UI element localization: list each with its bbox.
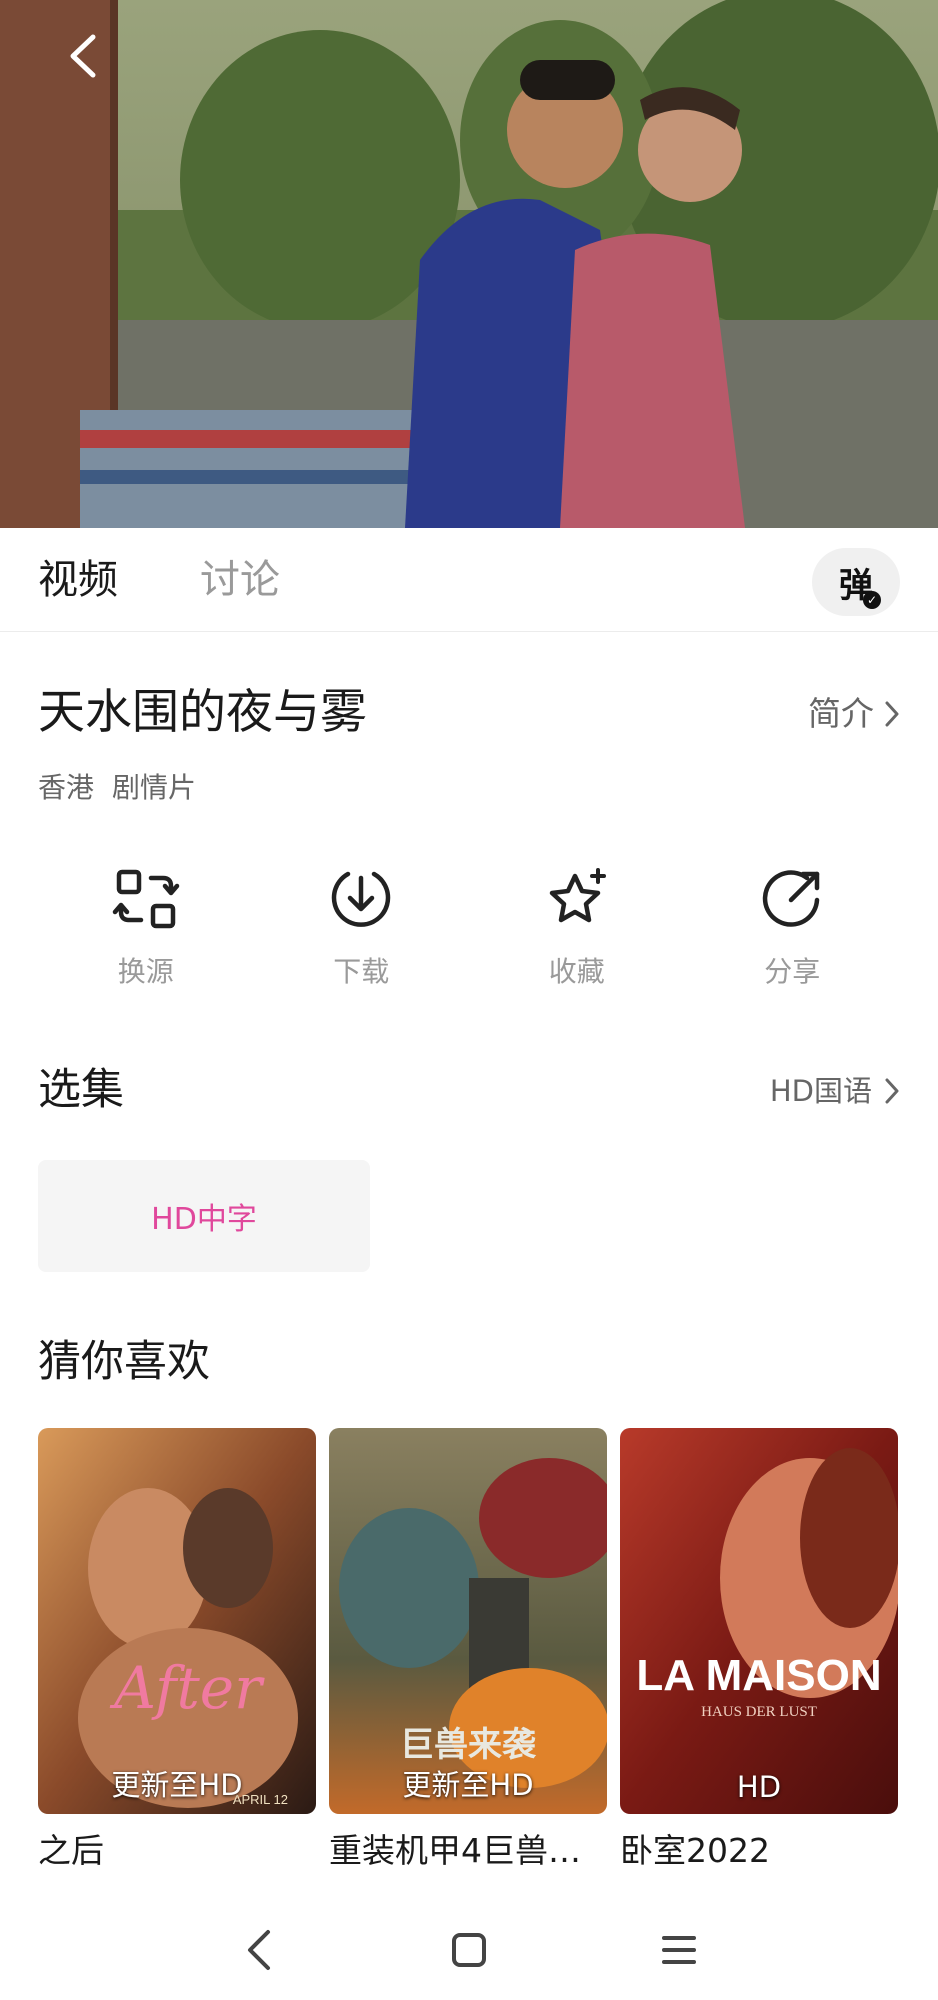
nav-home-icon [452,1933,486,1967]
svg-text:After: After [109,1654,265,1722]
chevron-right-icon [885,701,899,727]
episodes-source-link[interactable]: HD国语 [770,1070,900,1112]
video-player[interactable] [0,0,938,528]
episode-chip[interactable]: HD中字 [38,1160,370,1272]
favorite-star-icon [549,868,606,923]
favorite-label: 收藏 [548,955,605,988]
recommend-title: 猜你喜欢 [38,1337,210,1387]
recommend-name: 重装机甲4巨兽… [329,1831,581,1870]
tab-discussion[interactable]: 讨论 [200,554,280,606]
poster-image: After APRIL 12 更新至HD [38,1428,316,1814]
danmaku-toggle-button[interactable]: 弹 ✓ [812,548,900,616]
share-label: 分享 [764,955,821,988]
poster-image: 巨兽来袭 更新至HD [329,1428,607,1814]
system-nav-bar [0,1900,938,2000]
chevron-left-icon [70,34,96,78]
nav-back-icon [248,1930,270,1970]
recommend-card[interactable]: After APRIL 12 更新至HD 之后 [38,1428,316,1874]
download-button[interactable]: 下载 [254,864,470,1004]
back-button[interactable] [54,28,110,84]
svg-text:巨兽来袭: 巨兽来袭 [400,1725,537,1765]
switch-source-button[interactable]: 换源 [38,864,254,1004]
recommend-name: 之后 [38,1831,104,1870]
svg-text:HAUS DER LUST: HAUS DER LUST [701,1704,817,1720]
tag-genre: 剧情片 [112,771,197,804]
danmaku-icon: 弹 ✓ [839,558,881,609]
nav-home-button[interactable] [439,1920,499,1980]
episodes-source-label: HD国语 [769,1074,872,1108]
download-label: 下载 [333,955,390,988]
switch-source-label: 换源 [117,955,174,988]
intro-link[interactable]: 简介 [808,690,900,738]
chevron-right-icon [885,1078,899,1104]
poster-image: LA MAISON HAUS DER LUST HD [620,1428,898,1814]
recommend-card[interactable]: LA MAISON HAUS DER LUST HD 卧室2022 [620,1428,898,1874]
update-badge: 更新至HD [111,1768,243,1802]
action-bar: 换源 下载 收藏 分享 [38,864,900,1004]
video-frame [0,0,938,528]
svg-text:LA MAISON: LA MAISON [636,1651,881,1700]
nav-menu-button[interactable] [649,1920,709,1980]
share-icon [763,870,820,927]
intro-label: 简介 [808,694,874,733]
update-badge: HD [736,1770,782,1804]
movie-tags: 香港 剧情片 [38,768,196,808]
recommend-card[interactable]: 巨兽来袭 更新至HD 重装机甲4巨兽… [329,1428,607,1874]
favorite-button[interactable]: 收藏 [469,864,685,1004]
check-icon: ✓ [863,590,881,609]
tag-region: 香港 [38,771,95,804]
episodes-title: 选集 [38,1065,124,1115]
recommend-name: 卧室2022 [620,1831,770,1870]
update-badge: 更新至HD [402,1768,534,1802]
share-button[interactable]: 分享 [685,864,901,1004]
nav-menu-icon [662,1936,696,1964]
download-icon [332,871,391,927]
nav-back-button[interactable] [229,1920,289,1980]
movie-title: 天水围的夜与雾 [38,685,367,740]
tab-video[interactable]: 视频 [38,554,118,606]
content-tabs: 视频 讨论 弹 ✓ [0,528,938,632]
switch-source-icon [112,869,179,929]
